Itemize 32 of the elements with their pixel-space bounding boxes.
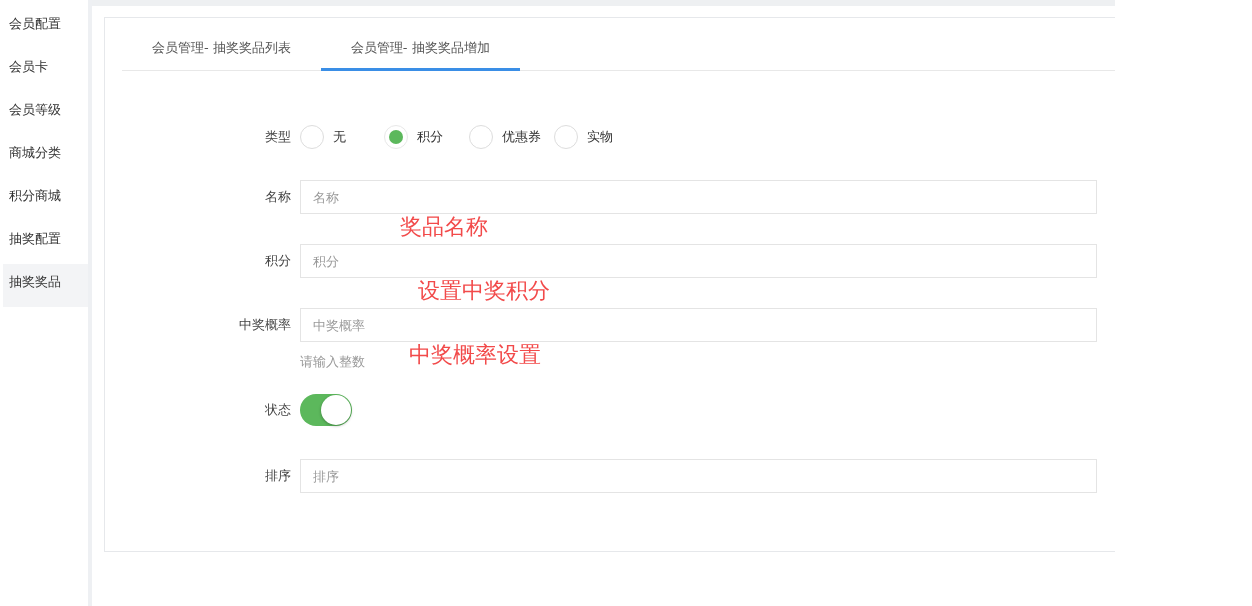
annotation-text: 设置中奖积分 [418, 279, 550, 303]
input-field[interactable]: 名称 [300, 180, 1097, 214]
radio-label: 实物 [587, 128, 613, 146]
sidebar-item[interactable]: 积分商城 [3, 178, 88, 221]
radio-label: 积分 [417, 128, 443, 146]
field-label: 状态 [264, 401, 292, 419]
sidebar-item[interactable]: 会员卡 [3, 49, 88, 92]
sidebar-item[interactable]: 抽奖奖品 [3, 264, 88, 307]
field-label: 排序 [264, 467, 292, 485]
input-field[interactable]: 排序 [300, 459, 1097, 493]
tab[interactable]: 会员管理- 抽奖奖品增加 [320, 30, 520, 71]
radio-button[interactable] [384, 125, 408, 149]
sidebar-item[interactable]: 会员配置 [3, 6, 88, 49]
field-label: 中奖概率 [238, 316, 292, 334]
annotation-text: 奖品名称 [400, 215, 488, 239]
radio-label: 优惠券 [502, 128, 541, 146]
input-field[interactable]: 积分 [300, 244, 1097, 278]
radio-label: 无 [333, 128, 346, 146]
tab[interactable]: 会员管理- 抽奖奖品列表 [122, 30, 321, 71]
sidebar-item[interactable]: 抽奖配置 [3, 221, 88, 264]
radio-button[interactable] [554, 125, 578, 149]
field-label: 类型 [264, 128, 292, 146]
toggle-switch[interactable] [300, 394, 352, 426]
annotation-text: 中奖概率设置 [409, 343, 541, 367]
field-label: 积分 [264, 252, 292, 270]
input-field[interactable]: 中奖概率 [300, 308, 1097, 342]
radio-button[interactable] [300, 125, 324, 149]
sidebar-item[interactable]: 商城分类 [3, 135, 88, 178]
sidebar-item[interactable]: 会员等级 [3, 92, 88, 135]
radio-button[interactable] [469, 125, 493, 149]
field-label: 名称 [264, 188, 292, 206]
hint-text: 请输入整数 [300, 353, 365, 371]
